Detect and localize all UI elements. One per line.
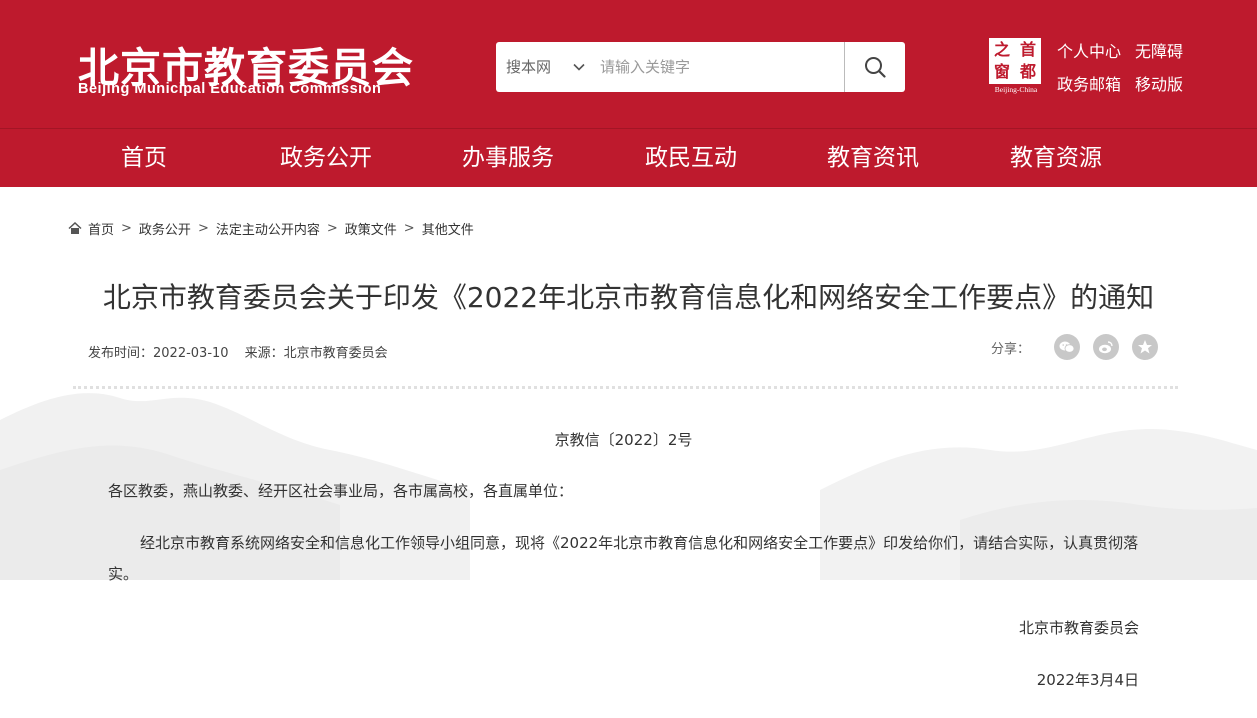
article-title: 北京市教育委员会关于印发《2022年北京市教育信息化和网络安全工作要点》的通知 <box>102 281 1155 314</box>
favorite-star-icon <box>1138 340 1152 354</box>
source-label: 来源： <box>244 346 284 361</box>
publish-date-label: 发布时间： <box>88 346 154 361</box>
breadcrumb-home[interactable]: 首页 <box>88 219 114 238</box>
seal-char: 窗 <box>993 62 1010 81</box>
weibo-icon <box>1099 341 1113 354</box>
nav-item-education-resources[interactable]: 教育资源 <box>996 129 1116 188</box>
accessibility-link[interactable]: 无障碍 <box>1135 38 1183 62</box>
site-header: 北京市教育委员会 Beijing Municipal Education Com… <box>0 0 1257 128</box>
breadcrumb-separator: > <box>403 220 415 236</box>
seal-english: Beijing-China <box>994 85 1038 94</box>
add-favorite-button[interactable] <box>1132 334 1158 360</box>
breadcrumb-separator: > <box>197 220 209 236</box>
share-wechat-button[interactable] <box>1054 334 1080 360</box>
main-nav: 首页 政务公开 办事服务 政民互动 教育资讯 教育资源 <box>0 128 1257 187</box>
chevron-down-icon[interactable] <box>572 60 586 74</box>
search-scope-select[interactable]: 搜本网 <box>506 42 551 92</box>
seal-char: 首 <box>1019 40 1036 59</box>
addressee: 各区教委，燕山教委、经开区社会事业局，各市属高校，各直属单位： <box>108 482 574 500</box>
breadcrumb-gov-affairs[interactable]: 政务公开 <box>139 219 191 238</box>
capital-window-seal-logo[interactable]: 之 首 窗 都 Beijing-China <box>989 38 1041 96</box>
share-label: 分享： <box>991 342 1031 357</box>
site-logo-english[interactable]: Beijing Municipal Education Commission <box>78 81 381 97</box>
search-box: 搜本网 <box>496 42 905 92</box>
publish-date: 2022-03-10 <box>153 346 229 361</box>
nav-item-education-news[interactable]: 教育资讯 <box>813 129 933 188</box>
nav-item-home[interactable]: 首页 <box>84 129 204 188</box>
breadcrumb-separator: > <box>121 220 132 236</box>
signature: 北京市教育委员会 <box>1018 619 1139 637</box>
search-input[interactable] <box>600 50 836 84</box>
personal-center-link[interactable]: 个人中心 <box>1057 38 1121 62</box>
seal-box: 之 首 窗 都 <box>989 38 1041 84</box>
document-number: 京教信〔2022〕2号 <box>554 431 693 449</box>
seal-char: 都 <box>1019 62 1036 81</box>
home-icon <box>68 221 82 234</box>
nav-item-gov-affairs[interactable]: 政务公开 <box>266 129 386 188</box>
search-icon <box>865 57 886 78</box>
article-meta: 发布时间：2022-03-10 来源：北京市教育委员会 <box>88 342 388 361</box>
sign-date: 2022年3月4日 <box>1036 671 1139 689</box>
breadcrumb-statutory-content[interactable]: 法定主动公开内容 <box>216 219 320 238</box>
nav-item-interaction[interactable]: 政民互动 <box>631 129 751 188</box>
search-button[interactable] <box>845 42 905 92</box>
breadcrumb-separator: > <box>326 220 338 236</box>
mobile-version-link[interactable]: 移动版 <box>1135 71 1183 95</box>
wechat-icon <box>1059 341 1075 353</box>
meta-divider <box>73 386 1178 389</box>
share-weibo-button[interactable] <box>1093 334 1119 360</box>
breadcrumb-policy-documents[interactable]: 政策文件 <box>345 219 397 238</box>
source-value: 北京市教育委员会 <box>283 346 388 361</box>
gov-mailbox-link[interactable]: 政务邮箱 <box>1057 71 1121 95</box>
breadcrumb-other-documents[interactable]: 其他文件 <box>422 219 474 238</box>
body-paragraph: 经北京市教育系统网络安全和信息化工作领导小组同意，现将《2022年北京市教育信息… <box>108 534 1139 583</box>
seal-char: 之 <box>993 40 1010 59</box>
nav-item-services[interactable]: 办事服务 <box>448 129 568 188</box>
search-scope-label: 搜本网 <box>506 58 552 76</box>
breadcrumb: 首页 > 政务公开 > 法定主动公开内容 > 政策文件 > 其他文件 <box>68 219 474 238</box>
